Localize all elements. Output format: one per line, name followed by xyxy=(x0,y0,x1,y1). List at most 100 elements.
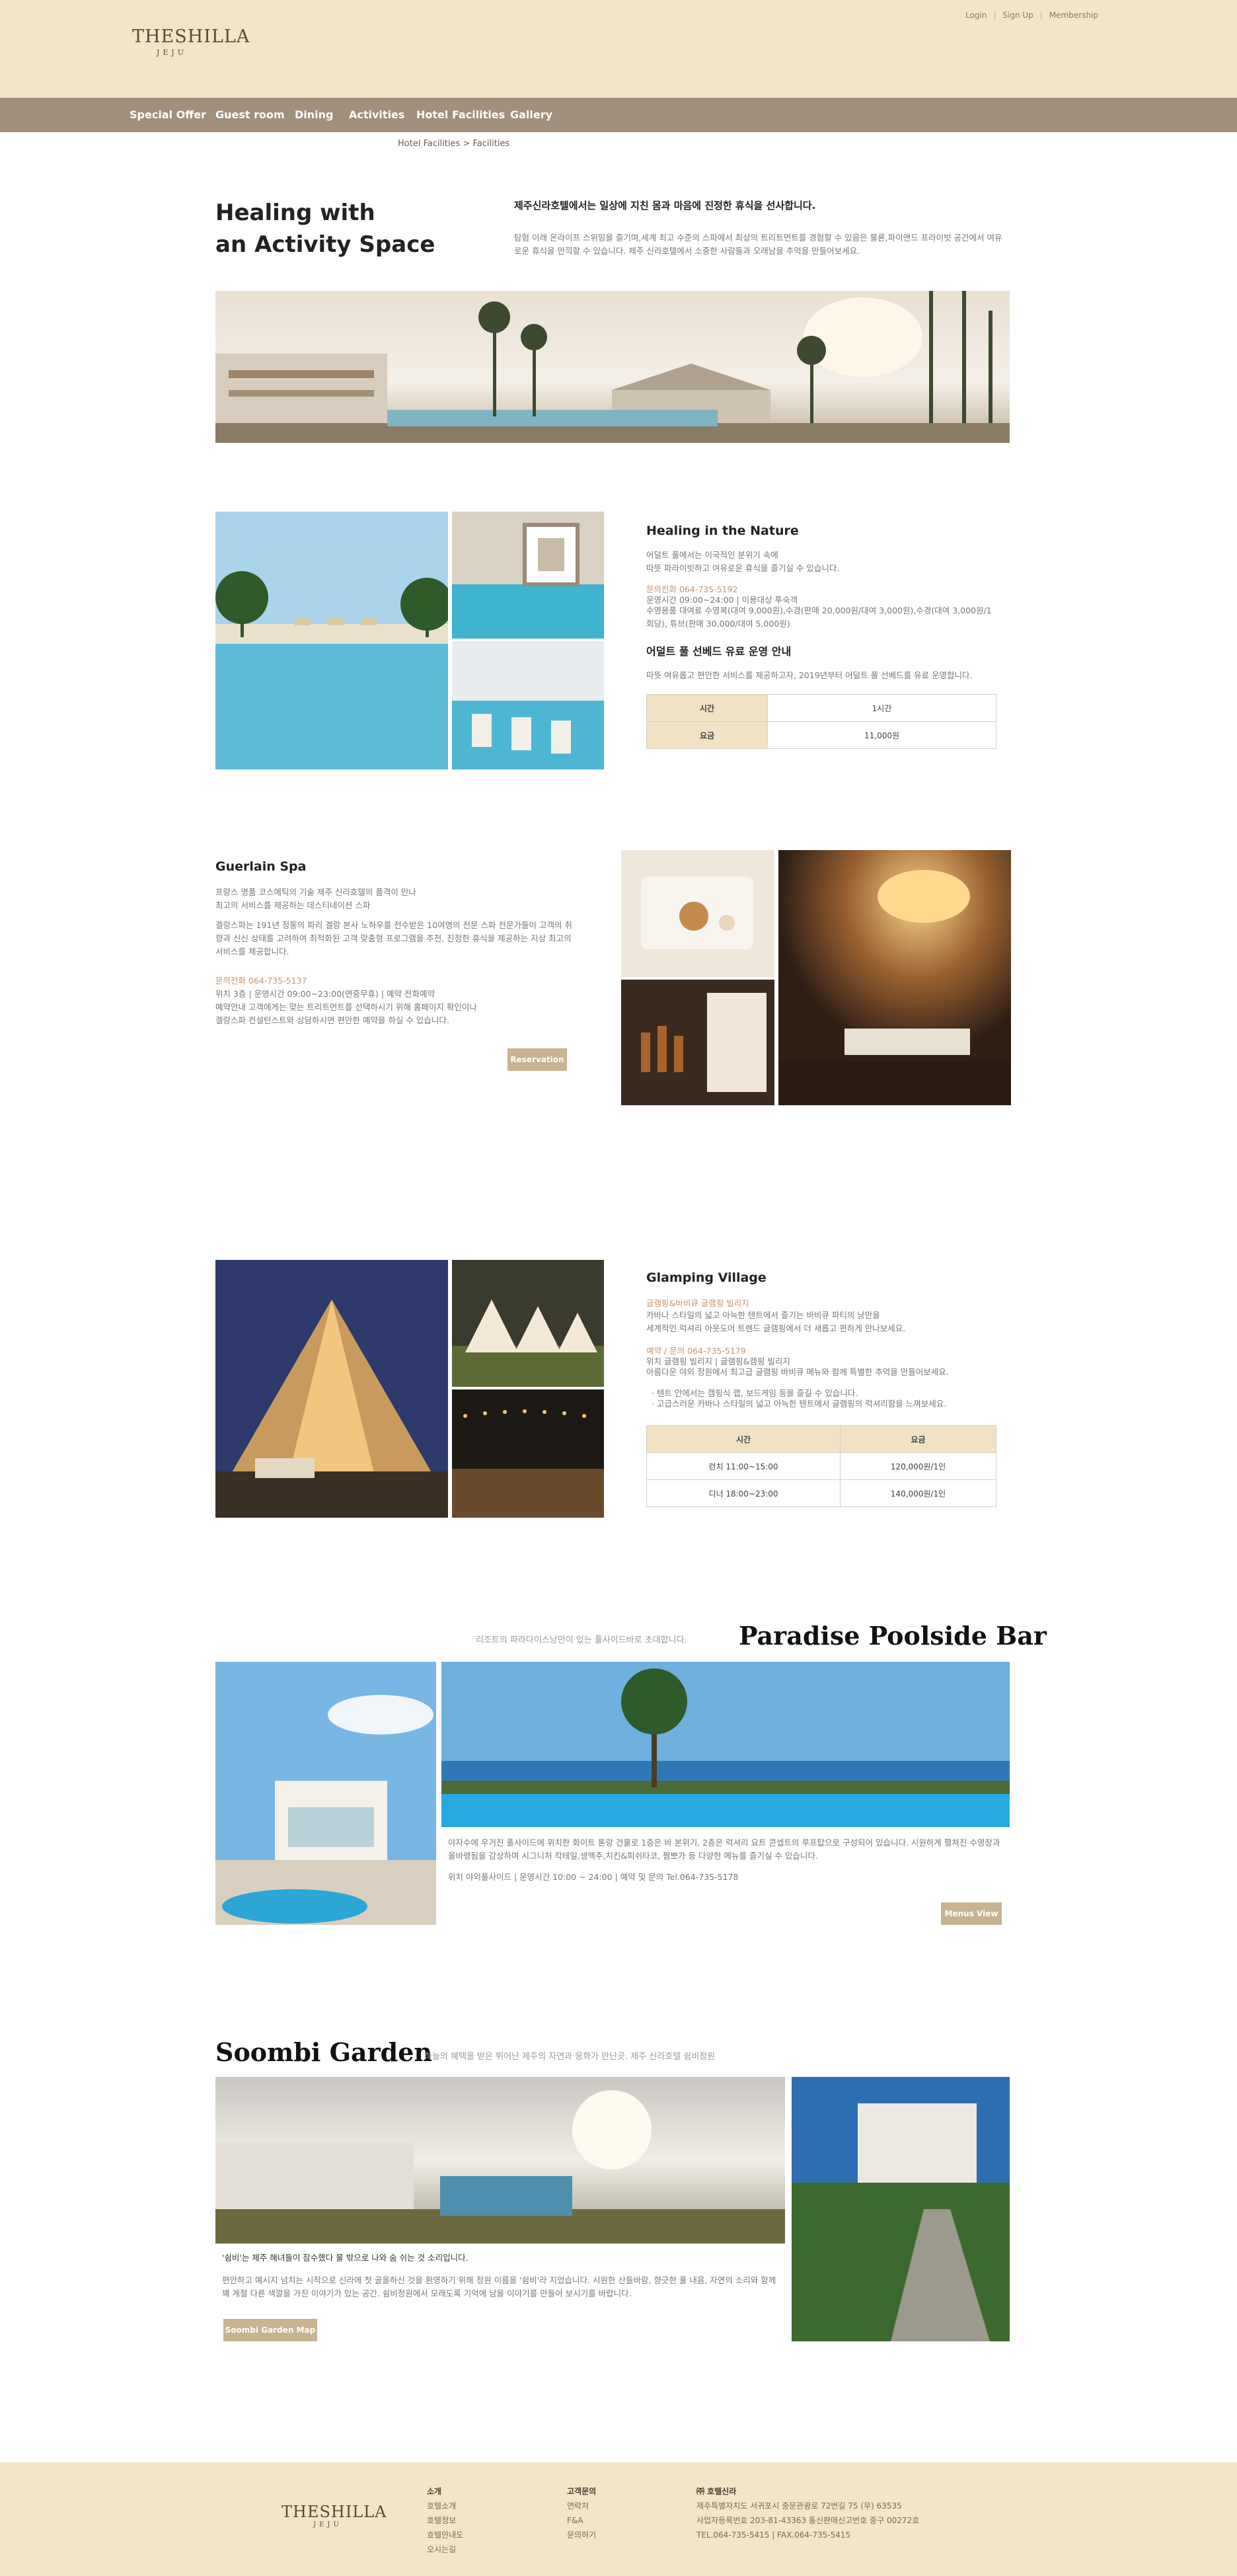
intro-body: 탐험 이래 온라이프 스위밍을 즐기며,세계 최고 수준의 스파에서 최상의 트… xyxy=(514,233,1002,256)
garden-quote: '쉼비'는 제주 해녀들이 잠수했다 물 밖으로 나와 숨 쉬는 것 소리입니다… xyxy=(222,2253,469,2263)
intro-headline: 제주신라호텔에서는 일상에 지친 몸과 마음에 진정한 휴식을 선사합니다. xyxy=(514,200,816,212)
nav-item-gallery[interactable]: Gallery xyxy=(510,108,552,121)
spa-room-image xyxy=(778,850,1011,1105)
pool-detail-image-1 xyxy=(452,512,604,639)
bar-description: 야자수에 우거진 풀사이드에 위치한 화이트 톤랑 건물로 1층은 바 본위기,… xyxy=(448,1838,1000,1861)
menus-view-button[interactable]: Menus View xyxy=(941,1902,1002,1925)
footer-link[interactable]: 문의하기 xyxy=(567,2528,596,2542)
glamping-main-image xyxy=(215,1260,448,1518)
footer-column-about: 소개 호텔소개 호텔정보 호텔안내도 오시는길 xyxy=(427,2484,463,2557)
footer-company-info: ㈜ 호텔신라 제주특별자치도 서귀포시 중문관광로 72번길 75 (우) 63… xyxy=(696,2484,919,2542)
footer-logo[interactable]: THESHILLA JEJU xyxy=(281,2503,387,2528)
garden-tagline: 하늘의 혜택을 받은 뛰어난 제주의 자연과 웅화가 만난곳. 제주 신라호텔 … xyxy=(424,2052,716,2062)
footer-logo-text: THESHILLA xyxy=(281,2503,387,2521)
glamping-tents-image xyxy=(452,1260,604,1387)
glamping-title: Glamping Village xyxy=(646,1270,767,1285)
pool-detail-image-2 xyxy=(452,641,604,769)
spa-note: 예약안내 고객에게는 맞는 트리트먼트를 선택하시기 위해 홈페이지 확인이나 … xyxy=(215,1002,477,1025)
footer-column-title: 고객문의 xyxy=(567,2487,597,2496)
garden-title: Soombi Garden xyxy=(215,2037,433,2067)
spa-contact: 문의전화 064-735-5137 xyxy=(215,976,307,986)
garden-path-image xyxy=(792,2077,1010,2341)
footer-link[interactable]: 오시는길 xyxy=(427,2542,463,2557)
spa-description-2: 겔랑스파는 191년 정통의 파리 겔랑 본사 노하우를 전수받은 10여명의 … xyxy=(215,920,572,956)
top-links: Login | Sign Up | Membership xyxy=(965,11,1098,20)
footer-link[interactable]: 호텔안내도 xyxy=(427,2528,463,2542)
intro-title: Healing with an Activity Space xyxy=(215,197,453,260)
nav-item-special-offer[interactable]: Special Offer xyxy=(130,108,206,121)
bar-tagline: 리조트의 파라다이스낭만이 있는 풀사이드바로 초대합니다. xyxy=(476,1635,687,1645)
pool-fee: 수영용품 대여료 수영복(대여 9,000원),수경(판매 20,000원/대여… xyxy=(646,605,992,629)
footer-column-title: ㈜ 호텔신라 xyxy=(696,2487,737,2496)
spa-title: Guerlain Spa xyxy=(215,859,307,874)
garden-description: 편안하고 예시지 넘치는 시작으로 신라에 첫 골올하신 것을 환영하기 위해 … xyxy=(222,2275,776,2298)
reservation-button[interactable]: Reservation xyxy=(507,1048,567,1071)
bar-pool-image xyxy=(441,1662,1010,1827)
glamping-description: 카바나 스타일의 넓고 아늑한 텐트에서 즐기는 바비큐 파티의 낭만을 세계적… xyxy=(646,1310,906,1333)
breadcrumb-current: Facilities xyxy=(472,139,510,149)
footer-column-title: 소개 xyxy=(427,2487,442,2496)
spa-hours: 위치 3층 | 운영시간 09:00~23:00(연중무휴) | 예약 전화예약 xyxy=(215,989,435,999)
spa-image-2 xyxy=(621,980,774,1105)
hero-resort-image xyxy=(215,291,1010,443)
login-link[interactable]: Login xyxy=(965,11,987,20)
nav-item-guest-room[interactable]: Guest room xyxy=(215,108,285,121)
table-row: 시간 1시간 xyxy=(646,694,996,722)
nav-item-dining[interactable]: Dining xyxy=(295,108,333,121)
membership-link[interactable]: Membership xyxy=(1049,11,1098,20)
intro-title-line2: an Activity Space xyxy=(215,231,435,258)
footer-registration: 사업자등록번호 203-81-43363 통신판매신고번호 중구 00272호 xyxy=(696,2516,920,2525)
footer-column-contact: 고객문의 연락처 F&A 문의하기 xyxy=(567,2484,596,2542)
footer-link[interactable]: 호텔정보 xyxy=(427,2513,463,2528)
bar-building-image xyxy=(215,1662,436,1925)
garden-map-button[interactable]: Soombi Garden Map xyxy=(223,2319,317,2341)
intro-title-line1: Healing with xyxy=(215,200,375,226)
glamping-price-table: 시간 요금 런치 11:00~15:00 120,000원/1인 디너 18:00~… xyxy=(646,1425,996,1507)
spa-image-1 xyxy=(621,850,774,977)
nav-item-activities[interactable]: Activities xyxy=(349,108,404,121)
logo-text: THESHILLA xyxy=(132,26,250,47)
table-header-row: 시간 요금 xyxy=(646,1425,996,1453)
pool-sub-description: 따뜻 여유롭고 편안한 서비스를 제공하고자, 2019년부터 어덜트 풀 선베… xyxy=(646,670,973,680)
logo-subtext: JEJU xyxy=(156,48,188,57)
table-cell: 1시간 xyxy=(767,694,996,722)
table-cell: 120,000원/1인 xyxy=(840,1452,996,1480)
pool-title: Healing in the Nature xyxy=(646,524,799,538)
logo[interactable]: THESHILLA JEJU xyxy=(132,26,250,57)
breadcrumb-parent[interactable]: Hotel Facilities xyxy=(398,139,460,149)
footer-phone: TEL.064-735-5415 | FAX.064-735-5415 xyxy=(696,2530,851,2540)
table-row: 요금 11,000원 xyxy=(646,721,996,749)
breadcrumb: Hotel Facilities > Facilities xyxy=(398,139,509,149)
pool-sub-title: 어덜트 풀 선베드 유료 운영 안내 xyxy=(646,645,792,658)
footer xyxy=(0,2462,1237,2576)
footer-link[interactable]: 호텔소개 xyxy=(427,2499,463,2513)
glamping-night-image xyxy=(452,1389,604,1518)
footer-link[interactable]: 연락처 xyxy=(567,2499,596,2513)
pool-fee-table: 시간 1시간 요금 11,000원 xyxy=(646,694,996,749)
main-nav: Special Offer Guest room Dining Activiti… xyxy=(0,98,1237,132)
table-cell: 런치 11:00~15:00 xyxy=(646,1452,841,1480)
table-header: 시간 xyxy=(646,1425,841,1453)
signup-link[interactable]: Sign Up xyxy=(1002,11,1033,20)
breadcrumb-separator: > xyxy=(463,139,470,149)
glamping-name: 글램핑&바비큐 글램핑 빌리지 xyxy=(646,1298,749,1308)
bar-title: Paradise Poolside Bar xyxy=(739,1621,1047,1651)
footer-link[interactable]: F&A xyxy=(567,2513,596,2528)
table-cell: 디너 18:00~23:00 xyxy=(646,1479,841,1507)
pool-main-image xyxy=(215,512,448,769)
table-row: 디너 18:00~23:00 140,000원/1인 xyxy=(646,1479,996,1507)
garden-resort-image xyxy=(215,2077,785,2244)
glamping-bullet-2: · 고급스러운 카바나 스타일의 넓고 아늑한 텐트에서 글램핑의 럭셔리함을 … xyxy=(652,1399,947,1409)
footer-address: 제주특별자치도 서귀포시 중문관광로 72번길 75 (우) 63535 xyxy=(696,2501,902,2511)
table-cell: 11,000원 xyxy=(767,721,996,749)
pool-description: 어덜트 풀에서는 이국적인 분위기 속에 따뜻 파라이빗하고 여유로운 휴식을 … xyxy=(646,550,840,573)
glamping-location-2: 아름다운 야외 정원에서 최고급 글램핑 바비큐 메뉴와 함께 특별한 추억을 … xyxy=(646,1367,949,1377)
table-row: 런치 11:00~15:00 120,000원/1인 xyxy=(646,1452,996,1480)
nav-item-hotel-facilities[interactable]: Hotel Facilities xyxy=(416,108,505,121)
table-cell: 140,000원/1인 xyxy=(840,1479,996,1507)
spa-description-1: 프랑스 명품 코스메틱의 기술 제주 신라호텔의 품격이 만나 최고의 서비스를… xyxy=(215,887,416,910)
table-header: 요금 xyxy=(840,1425,996,1453)
footer-logo-subtext: JEJU xyxy=(313,2521,342,2528)
table-cell: 요금 xyxy=(646,721,768,749)
table-cell: 시간 xyxy=(646,694,768,722)
